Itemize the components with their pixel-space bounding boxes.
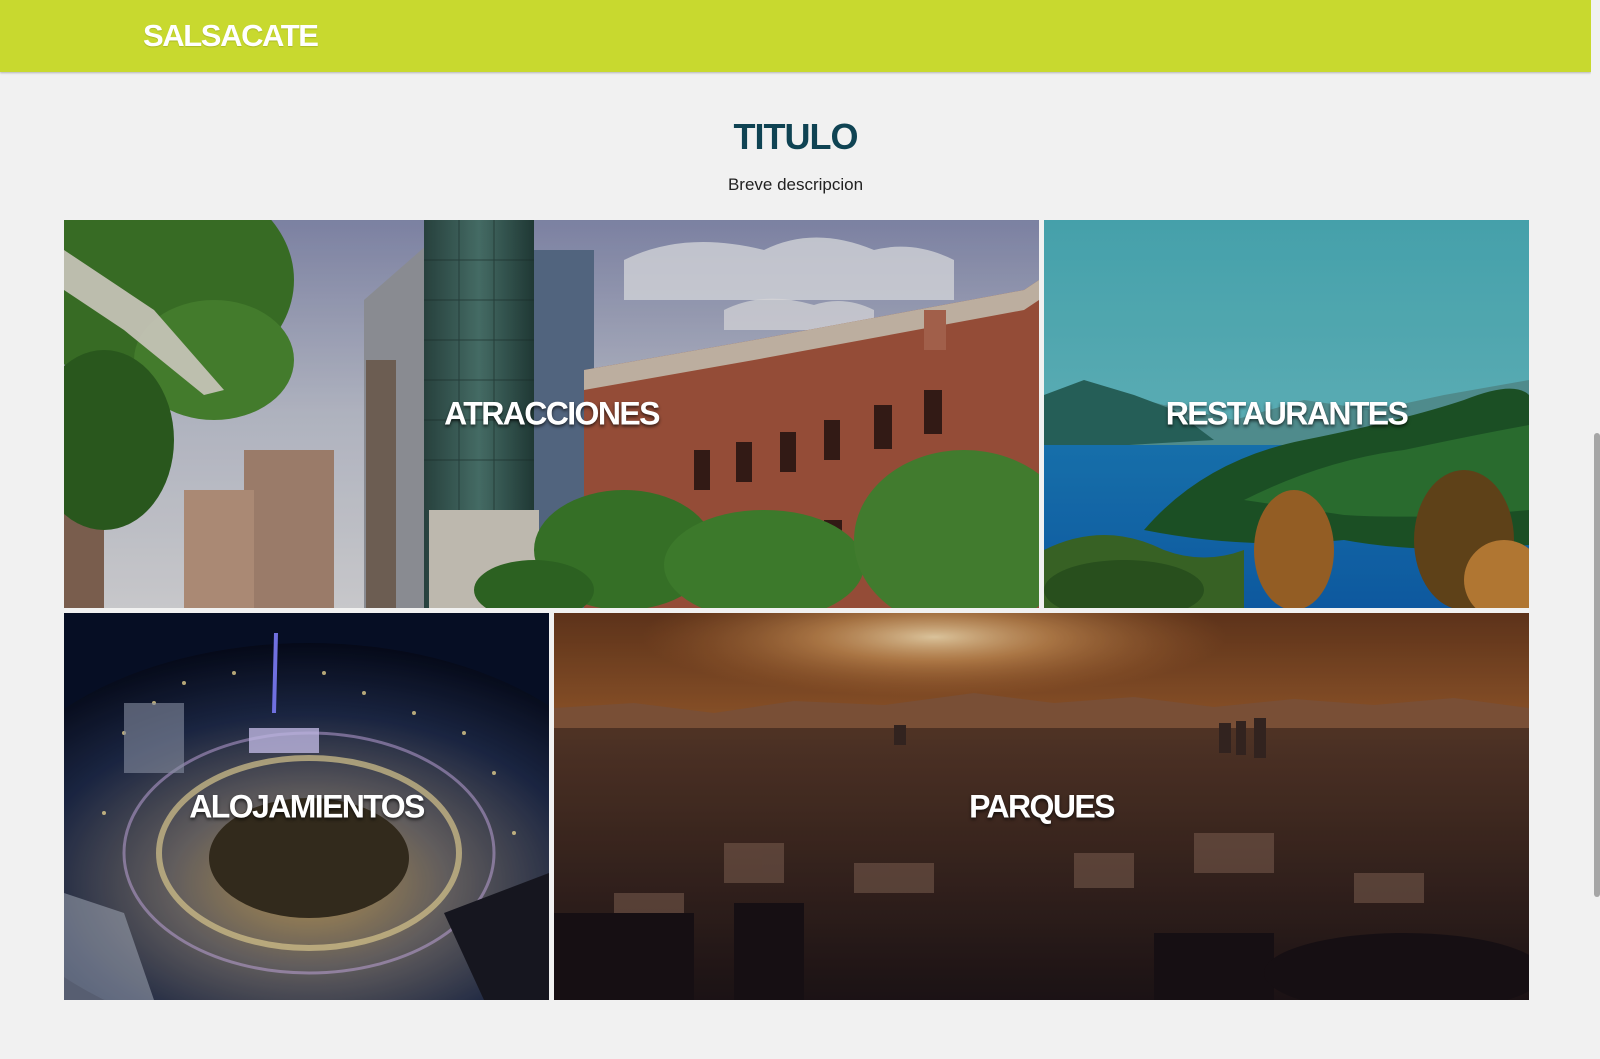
- section-title: TITULO: [733, 116, 859, 157]
- tile-label: RESTAURANTES: [1165, 395, 1409, 432]
- tile-atracciones[interactable]: ATRACCIONES: [64, 220, 1039, 608]
- tile-label: ATRACCIONES: [444, 395, 660, 432]
- tile-label: ALOJAMIENTOS: [189, 788, 425, 824]
- tile-alojamientos[interactable]: ALOJAMIENTOS: [64, 613, 549, 1000]
- tile-restaurantes[interactable]: RESTAURANTES: [1044, 220, 1529, 608]
- scrollbar-thumb[interactable]: [1594, 433, 1600, 897]
- brand-logo-link[interactable]: SALSACATE: [143, 18, 319, 54]
- tile-parques[interactable]: PARQUES: [554, 613, 1529, 1000]
- section-description: Breve descripcion: [727, 175, 864, 194]
- top-header: SALSACATE: [0, 0, 1591, 72]
- tile-label: PARQUES: [969, 788, 1115, 824]
